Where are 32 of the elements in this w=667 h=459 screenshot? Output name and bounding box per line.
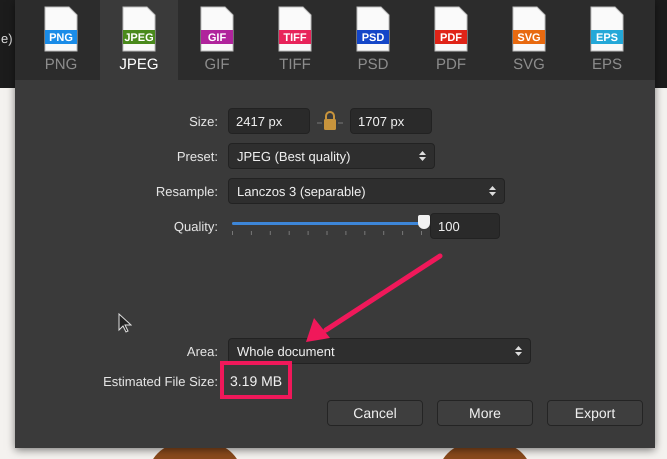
lock-icon bbox=[316, 111, 344, 131]
format-tab[interactable]: EPS EPS bbox=[568, 0, 646, 80]
updown-arrows-icon bbox=[515, 345, 522, 357]
format-tab[interactable]: PNG PNG bbox=[22, 0, 100, 80]
dialog-button[interactable]: More bbox=[437, 400, 533, 426]
format-tab[interactable]: TIFF TIFF bbox=[256, 0, 334, 80]
preset-label: Preset: bbox=[176, 148, 218, 164]
background-text: e) bbox=[1, 30, 13, 46]
slider-thumb[interactable] bbox=[418, 215, 430, 229]
area-label: Area: bbox=[186, 344, 218, 358]
highlight-box bbox=[220, 361, 292, 399]
resample-label: Resample: bbox=[156, 184, 218, 198]
quality-field[interactable]: 100 bbox=[430, 213, 500, 239]
updown-arrows-icon bbox=[489, 185, 496, 197]
dialog-button[interactable]: Cancel bbox=[327, 400, 423, 426]
format-tab[interactable]: SVG SVG bbox=[490, 0, 568, 80]
resample-select[interactable]: Lanczos 3 (separable) bbox=[228, 178, 505, 204]
preset-select[interactable]: JPEG (Best quality) bbox=[228, 143, 435, 169]
width-field[interactable]: 2417 px bbox=[228, 108, 310, 134]
quality-label: Quality: bbox=[174, 218, 218, 234]
dialog-button[interactable]: Export bbox=[547, 400, 643, 426]
height-field[interactable]: 1707 px bbox=[350, 108, 432, 134]
format-tab[interactable]: JPEG JPEG bbox=[100, 0, 178, 80]
area-select[interactable]: Whole document bbox=[228, 338, 531, 364]
format-tab[interactable]: GIF GIF bbox=[178, 0, 256, 80]
format-tab[interactable]: PDF PDF bbox=[412, 0, 490, 80]
size-label: Size: bbox=[189, 114, 218, 128]
cursor-icon bbox=[118, 313, 132, 333]
estimate-value: 3.19 MB bbox=[229, 373, 284, 389]
updown-arrows-icon bbox=[419, 150, 426, 162]
estimate-label: Estimated File Size: bbox=[103, 374, 218, 388]
format-tab[interactable]: PSD PSD bbox=[334, 0, 412, 80]
